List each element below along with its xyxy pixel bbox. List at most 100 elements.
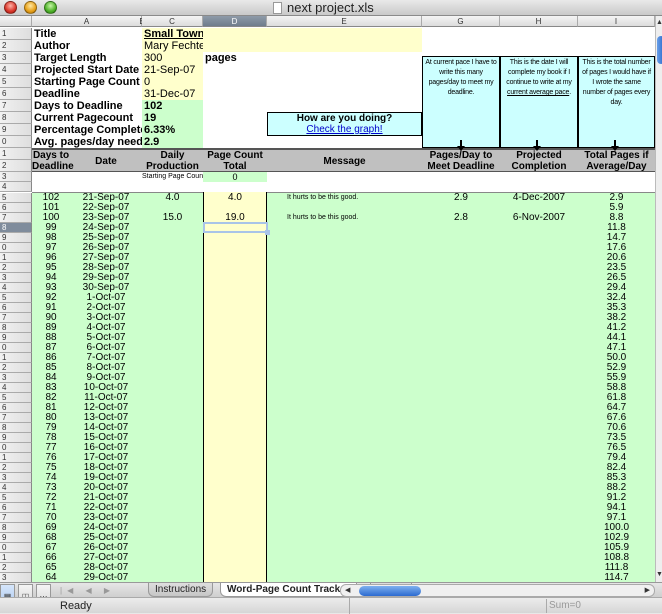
row-header[interactable]: 7 [0,313,32,323]
page-count-total-cell[interactable] [203,393,267,403]
message-cell[interactable] [287,313,422,323]
message-cell[interactable] [287,343,422,353]
pages-per-day-cell[interactable] [422,563,500,573]
daily-production-cell[interactable] [142,373,203,383]
page-count-total-cell[interactable] [203,483,267,493]
daily-production-cell[interactable] [142,413,203,423]
daily-production-cell[interactable] [142,353,203,363]
row-header[interactable]: 1 [0,553,32,563]
projected-completion-cell[interactable] [500,553,578,563]
total-pages-average-cell[interactable]: 114.7 [578,573,655,583]
daily-production-cell[interactable] [142,543,203,553]
page-count-total-cell[interactable] [203,383,267,393]
daily-production-cell[interactable] [142,273,203,283]
info-value[interactable]: 2.9 [142,136,203,148]
page-count-total-cell[interactable] [203,293,267,303]
projected-completion-cell[interactable] [500,233,578,243]
pages-per-day-cell[interactable] [422,283,500,293]
row-header[interactable]: 5 [0,193,32,203]
page-count-total-cell[interactable] [203,453,267,463]
column-header-i[interactable]: I [578,16,655,27]
row-header[interactable]: 4 [0,182,32,192]
pages-per-day-cell[interactable] [422,383,500,393]
row-header[interactable]: 0 [0,243,32,253]
page-count-total-cell[interactable] [203,553,267,563]
info-value[interactable]: 0 [142,76,203,88]
pages-per-day-cell[interactable] [422,533,500,543]
daily-production-cell[interactable] [142,573,203,582]
column-header-h[interactable]: H [500,16,578,27]
page-count-total-cell[interactable] [203,463,267,473]
row-header[interactable]: 7 [0,100,32,112]
pages-per-day-cell[interactable] [422,343,500,353]
projected-completion-cell[interactable] [500,323,578,333]
daily-production-cell[interactable] [142,393,203,403]
message-cell[interactable] [287,483,422,493]
pages-per-day-cell[interactable] [422,433,500,443]
scroll-up-icon[interactable]: ▲ [656,18,662,28]
message-cell[interactable] [287,463,422,473]
pages-per-day-cell[interactable] [422,293,500,303]
message-cell[interactable] [287,323,422,333]
daily-production-cell[interactable] [142,313,203,323]
pages-per-day-cell[interactable] [422,413,500,423]
horizontal-scrollbar[interactable]: ◀ ▶ [340,584,655,597]
date-cell[interactable]: 29-Oct-07 [70,573,142,583]
row-header[interactable]: 8 [0,323,32,333]
daily-production-cell[interactable]: 15.0 [142,213,203,223]
page-count-total-cell[interactable] [203,433,267,443]
pages-per-day-cell[interactable] [422,523,500,533]
message-cell[interactable] [287,403,422,413]
projected-completion-cell[interactable] [500,563,578,573]
check-graph-link[interactable]: Check the graph! [268,124,421,135]
message-cell[interactable] [287,203,422,213]
row-header[interactable]: 7 [0,513,32,523]
scroll-down-icon[interactable]: ▼ [656,570,662,580]
row-header[interactable]: 2 [0,160,32,172]
pages-per-day-cell[interactable] [422,443,500,453]
page-count-total-cell[interactable] [203,233,267,243]
page-count-total-cell[interactable] [203,223,267,233]
message-cell[interactable] [287,503,422,513]
info-value[interactable]: 31-Dec-07 [142,88,203,100]
message-cell[interactable] [287,383,422,393]
projected-completion-cell[interactable] [500,463,578,473]
row-header[interactable]: 3 [0,172,32,182]
minimize-window-button[interactable] [24,1,37,14]
row-header[interactable]: 2 [0,563,32,573]
row-header[interactable]: 1 [0,253,32,263]
message-cell[interactable] [287,263,422,273]
row-header[interactable]: 1 [0,453,32,463]
message-cell[interactable]: It hurts to be this good. [287,213,422,223]
row-header[interactable]: 2 [0,463,32,473]
pages-per-day-cell[interactable] [422,253,500,263]
message-cell[interactable] [287,413,422,423]
projected-completion-cell[interactable] [500,373,578,383]
page-count-total-cell[interactable] [203,543,267,553]
page-count-total-cell[interactable] [203,533,267,543]
info-value[interactable]: 102 [142,100,203,112]
projected-completion-cell[interactable] [500,263,578,273]
projected-completion-cell[interactable] [500,423,578,433]
projected-completion-cell[interactable] [500,483,578,493]
column-header-e[interactable]: E [267,16,422,27]
projected-completion-cell[interactable] [500,413,578,423]
row-header[interactable]: 9 [0,233,32,243]
message-cell[interactable] [287,533,422,543]
daily-production-cell[interactable] [142,433,203,443]
row-header[interactable]: 7 [0,413,32,423]
row-header[interactable]: 8 [0,223,32,233]
row-header[interactable]: 1 [0,148,32,160]
row-header[interactable]: 5 [0,493,32,503]
daily-production-cell[interactable] [142,563,203,573]
page-count-total-cell[interactable] [203,443,267,453]
info-value[interactable]: 6.33% [142,124,203,136]
message-cell[interactable] [287,223,422,233]
daily-production-cell[interactable] [142,473,203,483]
projected-completion-cell[interactable] [500,513,578,523]
pages-per-day-cell[interactable] [422,303,500,313]
pages-per-day-cell[interactable]: 2.9 [422,193,500,203]
projected-completion-cell[interactable] [500,253,578,263]
message-cell[interactable] [287,373,422,383]
message-cell[interactable] [287,453,422,463]
